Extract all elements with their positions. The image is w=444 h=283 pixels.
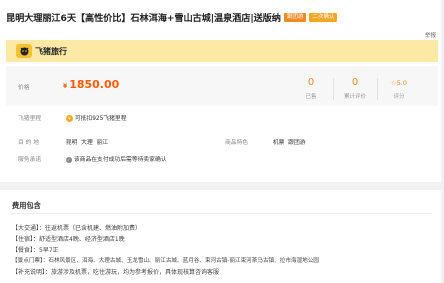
service-value: 该商品在支付成功后需等待卖家确认 <box>73 157 167 163</box>
feature-flight: 机票 <box>272 140 285 146</box>
destination-label: 目 的 地 <box>18 140 40 146</box>
service-row: 服务承诺 ✓ 该商品在支付成功后需等待卖家确认 <box>18 154 167 163</box>
sold-caption: 已售 <box>305 94 317 100</box>
review-caption: 累计评价 <box>343 94 366 100</box>
review-stat[interactable]: 0 累计评价 <box>335 77 375 100</box>
score-stat: ☆5.0 评分 <box>379 77 419 100</box>
destination-row: 目 的 地 昆明 大理 丽江 <box>18 137 108 146</box>
pig-logo-icon <box>16 44 32 58</box>
section-title: 费用包含 <box>12 201 41 210</box>
report-link[interactable]: 举报 <box>425 31 436 39</box>
included-meals: 【餐食】：5早7正 <box>12 247 59 254</box>
review-count: 0 <box>351 77 359 88</box>
product-title: 昆明大理丽江6天【高性价比】石林洱海+雪山古城|温泉酒店|送版纳 <box>6 13 281 24</box>
tour-type-badge: 跟团游 <box>283 12 307 22</box>
score-number: 5.0 <box>396 79 408 87</box>
sold-count: 0 <box>307 77 315 88</box>
product-title-row: 昆明大理丽江6天【高性价比】石林洱海+雪山古城|温泉酒店|送版纳 跟团游 二次确… <box>6 10 438 24</box>
destination-kunming: 昆明 <box>65 140 78 146</box>
service-label: 服务承诺 <box>18 157 42 163</box>
price-currency: ¥ <box>63 83 68 90</box>
points-label: 飞猪里程 <box>18 116 42 122</box>
destination-dali: 大理 <box>81 140 93 146</box>
score-value: ☆5.0 <box>379 77 419 89</box>
score-caption: 评分 <box>393 94 405 100</box>
included-tickets: 【景点门票】：石林风景区、洱海、大理古城、玉龙雪山、丽江古城、蓝月谷、束河古镇-… <box>12 258 319 264</box>
brand-banner: 飞猪旅行 <box>6 40 438 62</box>
product-page: 昆明大理丽江6天【高性价比】石林洱海+雪山古城|温泉酒店|送版纳 跟团游 二次确… <box>0 0 444 283</box>
section-divider <box>12 213 432 214</box>
price-amount: 1850.00 <box>69 78 120 91</box>
price-value: ¥ 1850.00 <box>63 78 119 91</box>
features-row: 商品特色 机票 跟团游 <box>225 137 306 146</box>
price-label: 价格 <box>18 85 30 91</box>
brand-name: 飞猪旅行 <box>35 46 67 56</box>
coin-icon: ¥ <box>65 115 73 122</box>
points-value: 可抵扣925飞猪里程 <box>74 116 127 122</box>
stat-divider <box>377 78 378 100</box>
points-row: 飞猪里程 ¥ 可抵扣925飞猪里程 <box>18 113 127 122</box>
brand-logo: 飞猪旅行 <box>16 44 67 58</box>
features-label: 商品特色 <box>225 140 249 146</box>
check-circle-icon: ✓ <box>65 157 72 163</box>
included-transport: 【大交通】：往返机票（已含机建、燃油附加费） <box>12 225 142 232</box>
included-notes: 【补充说明】：旅游涉及机票，吃住游玩，均为参考报价，具体现核算咨询客服 <box>12 269 220 276</box>
feature-tour: 跟团游 <box>288 140 306 146</box>
section-gap <box>0 182 444 190</box>
destination-lijiang: 丽江 <box>96 140 109 146</box>
included-hotel: 【住宿】：舒适型酒店4晚、经济型酒店1晚 <box>12 236 125 243</box>
stat-divider <box>333 78 334 100</box>
sold-stat: 0 已售 <box>291 77 331 100</box>
confirm-badge: 二次确认 <box>309 12 338 22</box>
